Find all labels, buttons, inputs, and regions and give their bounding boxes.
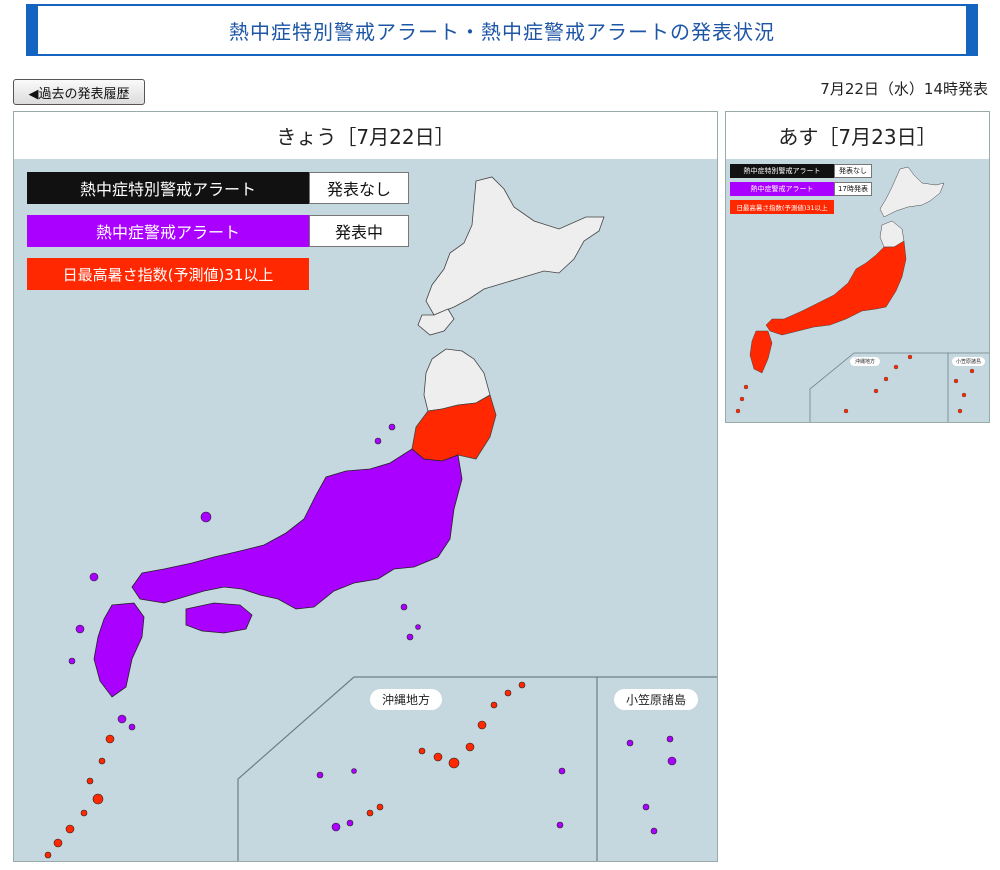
today-legend-special-alert: 熱中症特別警戒アラート 発表なし xyxy=(27,172,409,204)
special-alert-legend-status: 発表なし xyxy=(309,172,409,204)
wbgt-legend-label: 日最高暑さ指数(予測値)31以上 xyxy=(27,258,309,290)
kyushu-alert-region xyxy=(93,602,145,698)
tomorrow-legend-special-alert: 熱中症特別警戒アラート 発表なし xyxy=(730,164,872,178)
history-button[interactable]: ◀過去の発表履歴 xyxy=(13,79,145,105)
tomorrow-ogasawara-label: 小笠原諸島 xyxy=(952,357,986,366)
tomorrow-panel-header: あす［7月23日］ xyxy=(726,112,989,160)
today-panel: きょう［7月22日］ 熱中症特別警戒アラート 発表なし 熱中症警戒アラート 発表… xyxy=(13,111,718,862)
tomorrow-okinawa-label: 沖縄地方 xyxy=(850,357,881,366)
today-legend-wbgt: 日最高暑さ指数(予測値)31以上 xyxy=(27,258,309,290)
tomorrow-title: あす［7月23日］ xyxy=(778,125,937,149)
tomorrow-legend-wbgt: 日最高暑さ指数(予測値)31以上 xyxy=(730,200,834,214)
tomorrow-legend-alert: 熱中症警戒アラート 17時発表 xyxy=(730,182,872,196)
issued-time: 7月22日（水）14時発表 xyxy=(820,80,988,98)
hokkaido-region xyxy=(425,176,605,316)
today-title: きょう［7月22日］ xyxy=(276,125,455,149)
honshu-alert-region xyxy=(131,448,463,610)
shikoku-alert-region xyxy=(185,602,253,634)
page-title-bar: 熱中症特別警戒アラート・熱中症警戒アラートの発表状況 xyxy=(26,4,978,56)
alert-legend-label: 熱中症警戒アラート xyxy=(27,215,309,247)
tomorrow-alert-legend-status: 17時発表 xyxy=(834,182,872,196)
tomorrow-wbgt-legend-label: 日最高暑さ指数(予測値)31以上 xyxy=(730,200,834,214)
tomorrow-map-svg xyxy=(735,166,989,422)
today-legend-alert: 熱中症警戒アラート 発表中 xyxy=(27,215,409,247)
tomorrow-map[interactable]: 熱中症特別警戒アラート 発表なし 熱中症警戒アラート 17時発表 日最高暑さ指数… xyxy=(726,159,989,422)
tomorrow-alert-legend-label: 熱中症警戒アラート xyxy=(730,182,834,196)
tomorrow-hokkaido-region xyxy=(879,166,945,218)
today-map[interactable]: 熱中症特別警戒アラート 発表なし 熱中症警戒アラート 発表中 日最高暑さ指数(予… xyxy=(14,159,717,861)
tomorrow-kyushu-region xyxy=(749,330,773,374)
tomorrow-special-alert-legend-label: 熱中症特別警戒アラート xyxy=(730,164,834,178)
alert-legend-status: 発表中 xyxy=(309,215,409,247)
tomorrow-panel: あす［7月23日］ 熱中症特別警戒アラート 発表なし 熱中症警戒アラート 17時… xyxy=(725,111,990,423)
special-alert-legend-label: 熱中症特別警戒アラート xyxy=(27,172,309,204)
ogasawara-label: 小笠原諸島 xyxy=(614,689,699,710)
tomorrow-wbgt-region xyxy=(765,240,907,336)
okinawa-label: 沖縄地方 xyxy=(370,689,443,710)
page-title: 熱中症特別警戒アラート・熱中症警戒アラートの発表状況 xyxy=(229,19,775,44)
red-islands xyxy=(44,681,526,859)
today-panel-header: きょう［7月22日］ xyxy=(14,112,717,160)
tomorrow-special-alert-legend-status: 発表なし xyxy=(834,164,872,178)
